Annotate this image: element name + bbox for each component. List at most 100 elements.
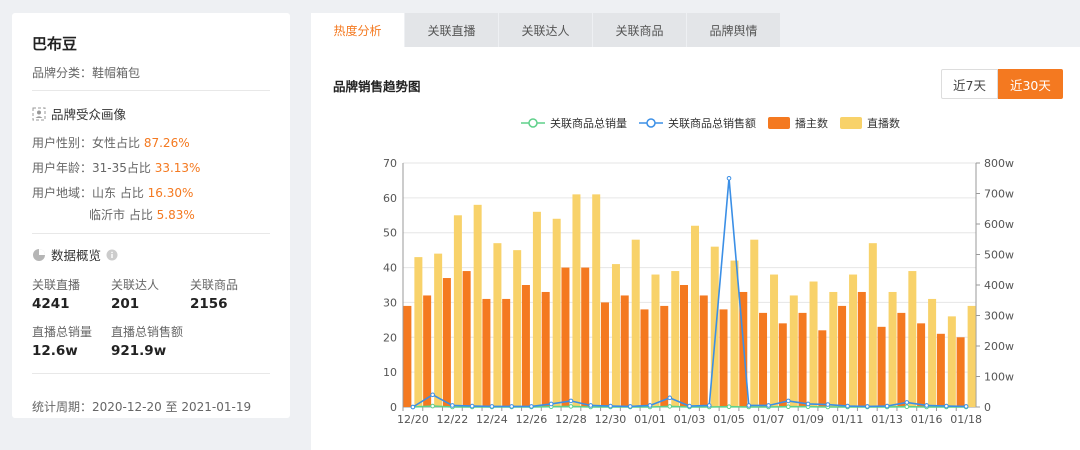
region2-value: 5.83% xyxy=(156,208,195,222)
stat-label: 直播总销量 xyxy=(32,325,93,339)
bar-lives xyxy=(473,204,482,407)
age-value: 33.13% xyxy=(154,161,201,175)
y-left-tick-label: 50 xyxy=(383,227,397,240)
bar-anchors xyxy=(620,295,629,407)
y-left-tick-label: 0 xyxy=(390,401,397,414)
bar-lives xyxy=(532,211,541,407)
bar-lives xyxy=(947,316,956,407)
x-tick-label: 12/22 xyxy=(437,413,469,426)
point-sales-amount xyxy=(944,403,949,409)
x-tick-label: 12/28 xyxy=(555,413,587,426)
stat-value: 2156 xyxy=(190,296,228,312)
age-row: 用户年龄：31-35占比 33.13% xyxy=(32,159,200,176)
bar-anchors xyxy=(877,326,886,407)
stat-value: 4241 xyxy=(32,296,70,312)
tab-related-influencers[interactable]: 关联达人 xyxy=(499,13,592,47)
audience-section-title: 品牌受众画像 xyxy=(32,104,126,123)
bar-lives xyxy=(770,274,779,407)
point-sales-amount xyxy=(687,403,692,409)
point-sales-qty xyxy=(667,404,673,409)
y-left-tick-label: 70 xyxy=(383,157,397,170)
y-left-tick-label: 40 xyxy=(383,262,397,275)
overview-section-title: 数据概览 xyxy=(32,245,118,264)
point-sales-amount xyxy=(410,404,416,410)
y-right-tick-label: 200w xyxy=(984,340,1014,353)
y-left-tick-label: 20 xyxy=(383,331,397,344)
gender-label: 用户性别：女性占比 xyxy=(32,136,141,150)
brand-category: 品牌分类：鞋帽箱包 xyxy=(32,66,141,80)
bar-lives xyxy=(513,250,522,407)
bar-lives xyxy=(888,291,897,407)
bar-anchors xyxy=(482,298,491,407)
point-sales-qty xyxy=(430,403,435,409)
y-right-tick-label: 400w xyxy=(984,279,1014,292)
tab-related-live[interactable]: 关联直播 xyxy=(405,13,498,47)
bar-anchors xyxy=(818,330,827,407)
y-right-tick-label: 800w xyxy=(984,157,1014,170)
bar-anchors xyxy=(897,312,906,407)
point-sales-amount xyxy=(805,401,811,407)
point-sales-qty xyxy=(785,404,791,409)
x-tick-label: 12/20 xyxy=(397,413,429,426)
x-tick-label: 12/26 xyxy=(516,413,548,426)
point-sales-amount xyxy=(667,395,673,401)
point-sales-amount xyxy=(647,403,653,408)
x-tick-label: 01/11 xyxy=(832,413,864,426)
region-row: 用户地域：山东 占比 16.30% xyxy=(32,184,193,201)
bar-lives xyxy=(868,243,877,407)
point-sales-amount xyxy=(904,400,910,405)
point-sales-qty xyxy=(904,404,910,409)
bar-anchors xyxy=(759,312,768,407)
y-right-tick-label: 0 xyxy=(984,401,991,414)
overview-title: 数据概览 xyxy=(51,248,102,263)
gender-value: 87.26% xyxy=(143,136,190,150)
bar-lives xyxy=(829,291,838,407)
x-tick-label: 01/01 xyxy=(634,413,666,426)
info-icon[interactable] xyxy=(106,249,118,261)
bar-anchors xyxy=(917,323,926,407)
point-sales-amount xyxy=(509,404,514,409)
point-sales-amount xyxy=(588,403,594,408)
x-tick-label: 12/24 xyxy=(476,413,508,426)
bar-anchors xyxy=(719,309,728,407)
divider xyxy=(32,233,270,234)
bar-anchors xyxy=(561,267,570,407)
point-sales-amount xyxy=(884,403,890,409)
x-tick-label: 01/03 xyxy=(674,413,706,426)
x-tick-label: 12/30 xyxy=(595,413,627,426)
bar-lives xyxy=(967,305,976,407)
point-sales-qty xyxy=(568,404,574,409)
bar-anchors xyxy=(423,295,432,407)
bar-lives xyxy=(789,295,798,407)
point-sales-amount xyxy=(627,404,633,409)
bar-anchors xyxy=(521,285,530,407)
point-sales-amount xyxy=(469,403,475,409)
x-tick-label: 01/05 xyxy=(713,413,745,426)
region2-row: 临沂市 占比 5.83% xyxy=(89,206,195,223)
bar-anchors xyxy=(541,291,550,407)
age-label: 用户年龄：31-35占比 xyxy=(32,161,151,175)
bar-anchors xyxy=(857,291,866,407)
point-sales-amount xyxy=(450,403,455,408)
bar-anchors xyxy=(640,309,649,407)
y-left-tick-label: 30 xyxy=(383,296,397,309)
bar-lives xyxy=(493,243,502,407)
audience-portrait-icon xyxy=(32,107,46,121)
tab-related-products[interactable]: 关联商品 xyxy=(593,13,686,47)
stat-label: 关联商品 xyxy=(190,278,239,292)
y-right-tick-label: 700w xyxy=(984,188,1014,201)
chart-panel: 品牌销售趋势图 近7天 近30天 关联商品总销量 关联商品总销售额 播主数 直播… xyxy=(311,47,1080,450)
region-value: 16.30% xyxy=(147,186,194,200)
tab-brand-sentiment[interactable]: 品牌舆情 xyxy=(687,13,780,47)
point-sales-qty xyxy=(726,404,732,409)
point-sales-amount xyxy=(489,404,495,409)
tab-heat-analysis[interactable]: 热度分析 xyxy=(311,13,404,47)
point-sales-amount xyxy=(963,404,969,409)
bar-lives xyxy=(453,215,462,407)
bar-lives xyxy=(434,253,443,407)
bar-lives xyxy=(592,194,601,407)
stat-period: 统计周期：2020-12-20 至 2021-01-19 xyxy=(32,400,252,414)
bar-anchors xyxy=(956,337,965,407)
point-sales-amount xyxy=(430,392,435,398)
x-tick-label: 01/18 xyxy=(950,413,982,426)
